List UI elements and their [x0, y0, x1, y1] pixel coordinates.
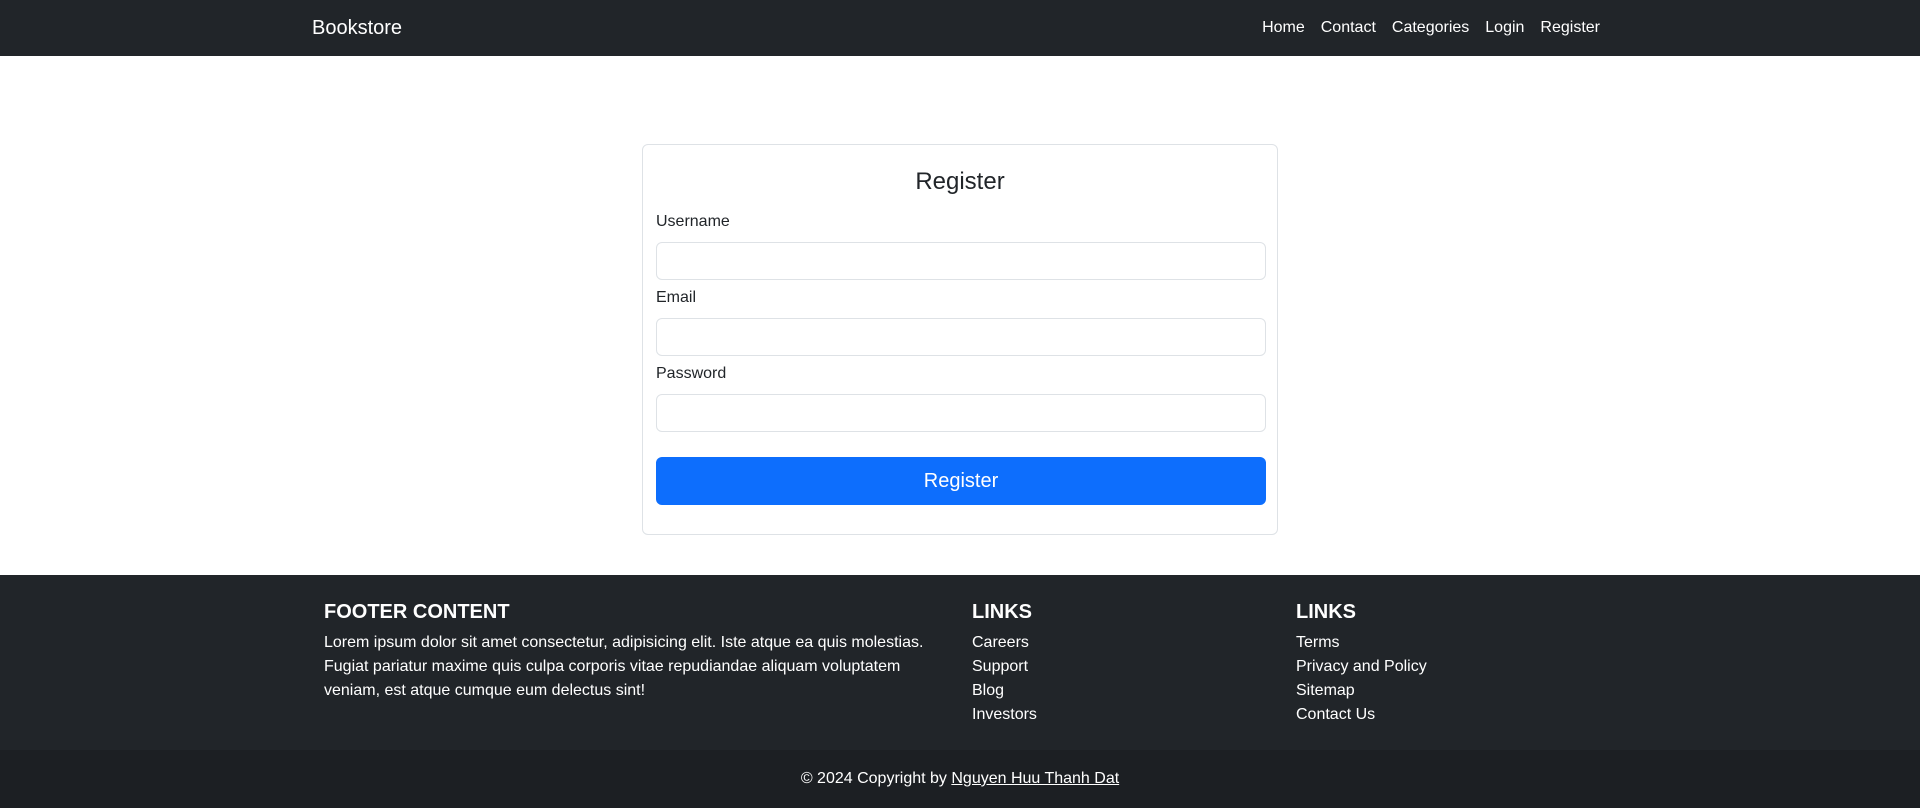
nav-link-contact[interactable]: Contact [1313, 0, 1384, 56]
footer-about: FOOTER CONTENT Lorem ipsum dolor sit ame… [324, 599, 934, 703]
footer-link-privacy[interactable]: Privacy and Policy [1296, 658, 1427, 675]
register-button[interactable]: Register [656, 457, 1266, 505]
nav-link-register[interactable]: Register [1532, 0, 1600, 56]
list-item: Contact Us [1296, 703, 1427, 727]
list-item: Privacy and Policy [1296, 655, 1427, 679]
username-input[interactable] [656, 242, 1266, 280]
navbar: Bookstore Home Contact Categories Login … [0, 0, 1920, 56]
author-link[interactable]: Nguyen Huu Thanh Dat [951, 770, 1119, 787]
list-item: Support [972, 655, 1037, 679]
footer-link-support[interactable]: Support [972, 658, 1028, 675]
footer-about-heading: FOOTER CONTENT [324, 601, 510, 623]
footer-links-1-list: Careers Support Blog Investors [972, 631, 1037, 727]
copyright-text: © 2024 Copyright by [800, 770, 947, 787]
list-item: Careers [972, 631, 1037, 655]
email-input[interactable] [656, 318, 1266, 356]
register-card: Register Username Email Password Registe… [642, 144, 1278, 535]
list-item: Terms [1296, 631, 1427, 655]
brand-link[interactable]: Bookstore [312, 15, 402, 41]
password-label: Password [656, 365, 727, 382]
footer-link-sitemap[interactable]: Sitemap [1296, 682, 1355, 699]
footer-link-contact-us[interactable]: Contact Us [1296, 706, 1375, 723]
list-item: Sitemap [1296, 679, 1427, 703]
nav-link-categories[interactable]: Categories [1384, 0, 1477, 56]
footer-links-2: LINKS Terms Privacy and Policy Sitemap C… [1296, 599, 1427, 727]
footer-link-careers[interactable]: Careers [972, 634, 1029, 651]
nav-link-home[interactable]: Home [1254, 0, 1313, 56]
password-input[interactable] [656, 394, 1266, 432]
list-item: Investors [972, 703, 1037, 727]
footer-link-blog[interactable]: Blog [972, 682, 1004, 699]
footer-link-investors[interactable]: Investors [972, 706, 1037, 723]
footer-links-1: LINKS Careers Support Blog Investors [972, 599, 1037, 727]
email-label: Email [656, 289, 697, 306]
footer-about-text: Lorem ipsum dolor sit amet consectetur, … [324, 634, 924, 699]
footer-links-2-heading: LINKS [1296, 601, 1356, 623]
nav-links: Home Contact Categories Login Register [1254, 0, 1600, 56]
nav-link-login[interactable]: Login [1477, 0, 1532, 56]
list-item: Blog [972, 679, 1037, 703]
username-label: Username [656, 213, 730, 230]
register-title: Register [915, 168, 1005, 195]
footer: FOOTER CONTENT Lorem ipsum dolor sit ame… [0, 575, 1920, 750]
footer-links-2-list: Terms Privacy and Policy Sitemap Contact… [1296, 631, 1427, 727]
footer-link-terms[interactable]: Terms [1296, 634, 1340, 651]
footer-links-1-heading: LINKS [972, 601, 1032, 623]
copyright-bar: © 2024 Copyright by Nguyen Huu Thanh Dat [0, 750, 1920, 808]
